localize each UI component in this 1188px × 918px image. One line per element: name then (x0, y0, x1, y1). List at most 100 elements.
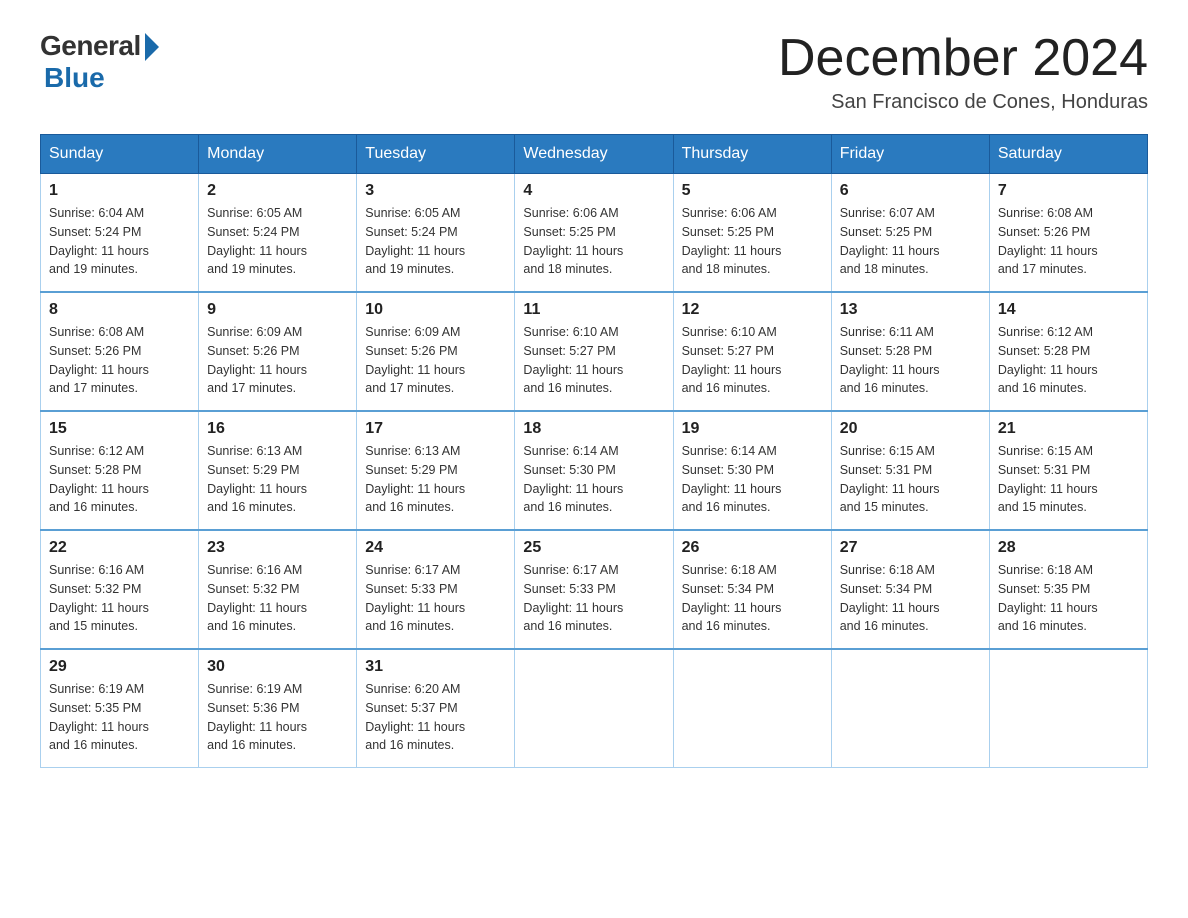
col-sunday: Sunday (41, 135, 199, 174)
calendar-cell: 22 Sunrise: 6:16 AMSunset: 5:32 PMDayligh… (41, 530, 199, 649)
month-title: December 2024 (778, 30, 1148, 87)
col-monday: Monday (199, 135, 357, 174)
day-number: 7 (998, 182, 1139, 200)
day-number: 28 (998, 539, 1139, 557)
page-header: General Blue December 2024 San Francisco… (40, 30, 1148, 114)
day-number: 12 (682, 301, 823, 319)
day-number: 4 (523, 182, 664, 200)
calendar-cell: 26 Sunrise: 6:18 AMSunset: 5:34 PMDayligh… (673, 530, 831, 649)
calendar-cell: 21Sunrise: 6:15 AMSunset: 5:31 PMDayligh… (989, 411, 1147, 530)
col-saturday: Saturday (989, 135, 1147, 174)
day-info: Sunrise: 6:17 AMSunset: 5:33 PMDaylight:… (523, 561, 664, 636)
calendar-cell: 5 Sunrise: 6:06 AMSunset: 5:25 PMDaylight… (673, 174, 831, 293)
calendar-cell (831, 649, 989, 768)
calendar-cell: 17Sunrise: 6:13 AMSunset: 5:29 PMDayligh… (357, 411, 515, 530)
day-number: 15 (49, 420, 190, 438)
col-friday: Friday (831, 135, 989, 174)
day-info: Sunrise: 6:12 AMSunset: 5:28 PMDaylight:… (998, 323, 1139, 398)
calendar-cell: 30 Sunrise: 6:19 AMSunset: 5:36 PMDayligh… (199, 649, 357, 768)
week-row-5: 29 Sunrise: 6:19 AMSunset: 5:35 PMDayligh… (41, 649, 1148, 768)
day-info: Sunrise: 6:07 AMSunset: 5:25 PMDaylight:… (840, 204, 981, 279)
day-info: Sunrise: 6:15 AMSunset: 5:31 PMDaylight:… (998, 442, 1139, 517)
calendar-cell: 13 Sunrise: 6:11 AMSunset: 5:28 PMDayligh… (831, 292, 989, 411)
day-number: 13 (840, 301, 981, 319)
week-row-4: 22 Sunrise: 6:16 AMSunset: 5:32 PMDayligh… (41, 530, 1148, 649)
col-tuesday: Tuesday (357, 135, 515, 174)
calendar-table: Sunday Monday Tuesday Wednesday Thursday… (40, 134, 1148, 768)
day-info: Sunrise: 6:14 AMSunset: 5:30 PMDaylight:… (682, 442, 823, 517)
calendar-cell: 19 Sunrise: 6:14 AMSunset: 5:30 PMDayligh… (673, 411, 831, 530)
day-info: Sunrise: 6:09 AMSunset: 5:26 PMDaylight:… (365, 323, 506, 398)
calendar-cell: 23 Sunrise: 6:16 AMSunset: 5:32 PMDayligh… (199, 530, 357, 649)
day-number: 3 (365, 182, 506, 200)
calendar-cell (515, 649, 673, 768)
day-info: Sunrise: 6:11 AMSunset: 5:28 PMDaylight:… (840, 323, 981, 398)
col-wednesday: Wednesday (515, 135, 673, 174)
day-number: 6 (840, 182, 981, 200)
day-info: Sunrise: 6:08 AMSunset: 5:26 PMDaylight:… (998, 204, 1139, 279)
day-number: 24 (365, 539, 506, 557)
day-info: Sunrise: 6:04 AMSunset: 5:24 PMDaylight:… (49, 204, 190, 279)
calendar-cell: 12 Sunrise: 6:10 AMSunset: 5:27 PMDayligh… (673, 292, 831, 411)
day-number: 5 (682, 182, 823, 200)
day-info: Sunrise: 6:09 AMSunset: 5:26 PMDaylight:… (207, 323, 348, 398)
calendar-cell: 8Sunrise: 6:08 AMSunset: 5:26 PMDaylight… (41, 292, 199, 411)
calendar-cell: 18Sunrise: 6:14 AMSunset: 5:30 PMDayligh… (515, 411, 673, 530)
day-number: 8 (49, 301, 190, 319)
day-info: Sunrise: 6:10 AMSunset: 5:27 PMDaylight:… (682, 323, 823, 398)
calendar-cell: 4 Sunrise: 6:06 AMSunset: 5:25 PMDaylight… (515, 174, 673, 293)
logo-triangle-icon (145, 33, 159, 61)
calendar-cell: 15 Sunrise: 6:12 AMSunset: 5:28 PMDayligh… (41, 411, 199, 530)
col-thursday: Thursday (673, 135, 831, 174)
day-number: 9 (207, 301, 348, 319)
day-number: 14 (998, 301, 1139, 319)
day-number: 27 (840, 539, 981, 557)
day-number: 23 (207, 539, 348, 557)
day-number: 22 (49, 539, 190, 557)
day-number: 26 (682, 539, 823, 557)
calendar-cell: 6 Sunrise: 6:07 AMSunset: 5:25 PMDaylight… (831, 174, 989, 293)
logo: General Blue (40, 30, 159, 94)
location-subtitle: San Francisco de Cones, Honduras (778, 91, 1148, 114)
day-info: Sunrise: 6:16 AMSunset: 5:32 PMDaylight:… (49, 561, 190, 636)
title-area: December 2024 San Francisco de Cones, Ho… (778, 30, 1148, 114)
day-number: 17 (365, 420, 506, 438)
day-number: 20 (840, 420, 981, 438)
calendar-cell: 11 Sunrise: 6:10 AMSunset: 5:27 PMDayligh… (515, 292, 673, 411)
calendar-cell: 24Sunrise: 6:17 AMSunset: 5:33 PMDayligh… (357, 530, 515, 649)
day-number: 11 (523, 301, 664, 319)
day-number: 31 (365, 658, 506, 676)
week-row-3: 15 Sunrise: 6:12 AMSunset: 5:28 PMDayligh… (41, 411, 1148, 530)
day-info: Sunrise: 6:06 AMSunset: 5:25 PMDaylight:… (523, 204, 664, 279)
week-row-2: 8Sunrise: 6:08 AMSunset: 5:26 PMDaylight… (41, 292, 1148, 411)
calendar-cell: 28Sunrise: 6:18 AMSunset: 5:35 PMDayligh… (989, 530, 1147, 649)
day-info: Sunrise: 6:10 AMSunset: 5:27 PMDaylight:… (523, 323, 664, 398)
week-row-1: 1Sunrise: 6:04 AMSunset: 5:24 PMDaylight… (41, 174, 1148, 293)
day-number: 29 (49, 658, 190, 676)
calendar-cell: 14 Sunrise: 6:12 AMSunset: 5:28 PMDayligh… (989, 292, 1147, 411)
calendar-cell (673, 649, 831, 768)
day-info: Sunrise: 6:18 AMSunset: 5:34 PMDaylight:… (840, 561, 981, 636)
day-info: Sunrise: 6:18 AMSunset: 5:34 PMDaylight:… (682, 561, 823, 636)
calendar-cell: 25Sunrise: 6:17 AMSunset: 5:33 PMDayligh… (515, 530, 673, 649)
calendar-cell: 3 Sunrise: 6:05 AMSunset: 5:24 PMDaylight… (357, 174, 515, 293)
calendar-cell: 1Sunrise: 6:04 AMSunset: 5:24 PMDaylight… (41, 174, 199, 293)
day-info: Sunrise: 6:16 AMSunset: 5:32 PMDaylight:… (207, 561, 348, 636)
days-of-week-row: Sunday Monday Tuesday Wednesday Thursday… (41, 135, 1148, 174)
logo-blue-text: Blue (44, 62, 105, 94)
day-number: 10 (365, 301, 506, 319)
day-info: Sunrise: 6:13 AMSunset: 5:29 PMDaylight:… (207, 442, 348, 517)
logo-general-text: General (40, 30, 141, 62)
day-info: Sunrise: 6:05 AMSunset: 5:24 PMDaylight:… (207, 204, 348, 279)
calendar-cell: 9 Sunrise: 6:09 AMSunset: 5:26 PMDaylight… (199, 292, 357, 411)
day-info: Sunrise: 6:06 AMSunset: 5:25 PMDaylight:… (682, 204, 823, 279)
day-info: Sunrise: 6:12 AMSunset: 5:28 PMDaylight:… (49, 442, 190, 517)
day-info: Sunrise: 6:19 AMSunset: 5:36 PMDaylight:… (207, 680, 348, 755)
calendar-header: Sunday Monday Tuesday Wednesday Thursday… (41, 135, 1148, 174)
calendar-cell: 29 Sunrise: 6:19 AMSunset: 5:35 PMDayligh… (41, 649, 199, 768)
day-info: Sunrise: 6:19 AMSunset: 5:35 PMDaylight:… (49, 680, 190, 755)
day-info: Sunrise: 6:05 AMSunset: 5:24 PMDaylight:… (365, 204, 506, 279)
day-number: 18 (523, 420, 664, 438)
day-number: 19 (682, 420, 823, 438)
day-number: 30 (207, 658, 348, 676)
